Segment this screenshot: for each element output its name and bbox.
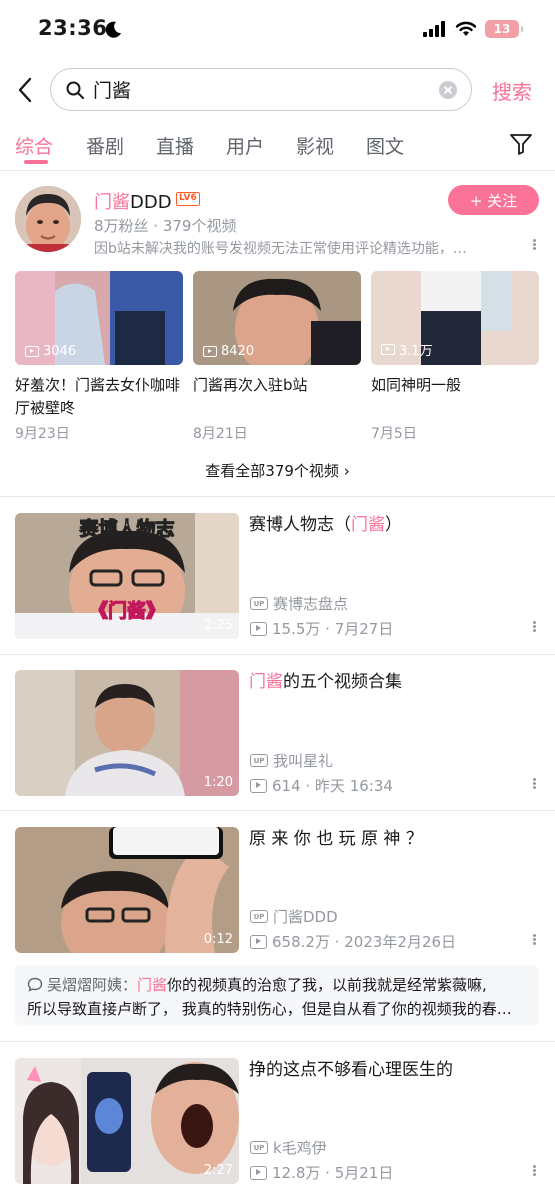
- video-duration: 2:27: [203, 1163, 233, 1178]
- user-name[interactable]: 门酱DDD: [94, 188, 172, 214]
- video-thumbnail[interactable]: 0:12: [15, 827, 239, 953]
- video-title[interactable]: 赛博人物志（门酱）: [249, 513, 519, 538]
- user-avatar[interactable]: [15, 186, 81, 252]
- result-tabs: 综合 番剧 直播 用户 影视 图文: [0, 130, 480, 170]
- search-button[interactable]: 搜索: [492, 76, 532, 105]
- user-video-title[interactable]: 好羞次！门酱去女仆咖啡厅被壁咚: [15, 374, 183, 420]
- level-badge: LV6: [176, 192, 200, 206]
- user-signature: 因b站未解决我的账号发视频无法正常使用评论精选功能，…: [94, 241, 467, 257]
- tab-users[interactable]: 用户: [226, 132, 264, 159]
- more-icon[interactable]: [532, 620, 536, 636]
- thumbnail-overlay-title: 赛博人物志: [78, 517, 174, 540]
- thumbnail-overlay-subtitle: 《门酱》: [89, 599, 165, 622]
- play-count: 3046: [25, 344, 76, 359]
- moon-icon: [105, 21, 121, 38]
- uploader-name[interactable]: UP k毛鸡伊: [250, 1137, 327, 1158]
- battery-icon: 13: [485, 20, 523, 38]
- tab-indicator: [24, 160, 48, 164]
- video-meta: 614 · 昨天 16:34: [250, 775, 393, 796]
- signal-icon: [423, 21, 445, 37]
- search-input[interactable]: 门酱: [50, 68, 472, 111]
- video-meta: 12.8万 · 5月21日: [250, 1162, 393, 1183]
- video-duration: 2:25: [203, 618, 233, 633]
- view-all-videos-link[interactable]: 查看全部379个视频 ›: [0, 460, 555, 481]
- play-count: 8420: [203, 344, 254, 359]
- video-thumbnail[interactable]: 赛博人物志 《门酱》 2:25: [15, 513, 239, 639]
- comment-icon: [27, 977, 43, 992]
- more-icon[interactable]: [532, 933, 536, 949]
- section-divider: [0, 810, 555, 811]
- comment-line-1: 吴熠熠阿姨：门酱你的视频真的治愈了我，以前我就是经常紫薇嘛,: [27, 973, 529, 997]
- more-icon[interactable]: [532, 1164, 536, 1180]
- video-meta: 15.5万 · 7月27日: [250, 618, 393, 639]
- user-video-date: 8月21日: [193, 426, 248, 442]
- tab-bangumi[interactable]: 番剧: [86, 132, 124, 159]
- user-video-title[interactable]: 如同神明一般: [371, 374, 539, 397]
- play-count-icon: [250, 1165, 267, 1180]
- follow-button[interactable]: + 关注: [448, 185, 539, 215]
- tabs-divider: [0, 170, 555, 171]
- up-badge-icon: UP: [250, 597, 268, 610]
- play-count-icon: [203, 346, 217, 357]
- up-badge-icon: UP: [250, 754, 268, 767]
- play-count-icon: [25, 346, 39, 357]
- video-title[interactable]: 原 来 你 也 玩 原 神 ？: [249, 827, 519, 852]
- uploader-name[interactable]: UP 门酱DDD: [250, 906, 338, 927]
- video-thumbnail[interactable]: 1:20: [15, 670, 239, 796]
- comment-line-2: 所以导致直接卢断了， 我真的特别伤心，但是自从看了你的视频我的春…: [27, 1000, 512, 1018]
- tab-film[interactable]: 影视: [296, 132, 334, 159]
- section-divider: [0, 1041, 555, 1042]
- user-video-date: 7月5日: [371, 426, 417, 442]
- play-count-icon: [250, 778, 267, 793]
- uploader-name[interactable]: UP 赛博志盘点: [250, 593, 348, 614]
- more-icon[interactable]: [532, 777, 536, 793]
- play-count-icon: [250, 621, 267, 636]
- play-count: 3.1万: [381, 340, 433, 359]
- user-video-thumbnail[interactable]: 8420: [193, 271, 361, 365]
- tab-articles[interactable]: 图文: [366, 132, 404, 159]
- user-video-title[interactable]: 门酱再次入驻b站: [193, 374, 361, 397]
- uploader-name[interactable]: UP 我叫星礼: [250, 750, 333, 771]
- play-count-icon: [250, 934, 267, 949]
- video-title[interactable]: 门酱的五个视频合集: [249, 670, 519, 695]
- up-badge-icon: UP: [250, 1141, 268, 1154]
- featured-comment[interactable]: 吴熠熠阿姨：门酱你的视频真的治愈了我，以前我就是经常紫薇嘛, 所以导致直接卢断了…: [15, 965, 539, 1025]
- more-icon[interactable]: [532, 238, 536, 254]
- user-video-date: 9月23日: [15, 426, 70, 442]
- status-time: 23:36: [38, 16, 108, 40]
- filter-icon[interactable]: [509, 133, 533, 155]
- status-indicators: 13: [423, 20, 523, 38]
- play-count-icon: [381, 344, 395, 355]
- user-video-thumbnail[interactable]: 3046: [15, 271, 183, 365]
- user-stats: 8万粉丝 · 379个视频: [94, 217, 237, 235]
- video-meta: 658.2万 · 2023年2月26日: [250, 931, 456, 952]
- section-divider: [0, 654, 555, 655]
- tab-live[interactable]: 直播: [156, 132, 194, 159]
- back-arrow-icon[interactable]: [14, 76, 38, 104]
- video-thumbnail[interactable]: 2:27: [15, 1058, 239, 1184]
- video-title[interactable]: 挣的这点不够看心理医生的: [249, 1058, 519, 1083]
- search-icon: [66, 81, 84, 99]
- up-badge-icon: UP: [250, 910, 268, 923]
- tab-comprehensive[interactable]: 综合: [15, 132, 53, 159]
- clear-icon[interactable]: [439, 80, 457, 99]
- wifi-icon: [455, 21, 477, 36]
- search-query: 门酱: [93, 80, 132, 102]
- section-divider: [0, 496, 555, 497]
- video-duration: 1:20: [203, 775, 233, 790]
- user-video-thumbnail[interactable]: 3.1万: [371, 271, 539, 365]
- video-duration: 0:12: [203, 932, 233, 947]
